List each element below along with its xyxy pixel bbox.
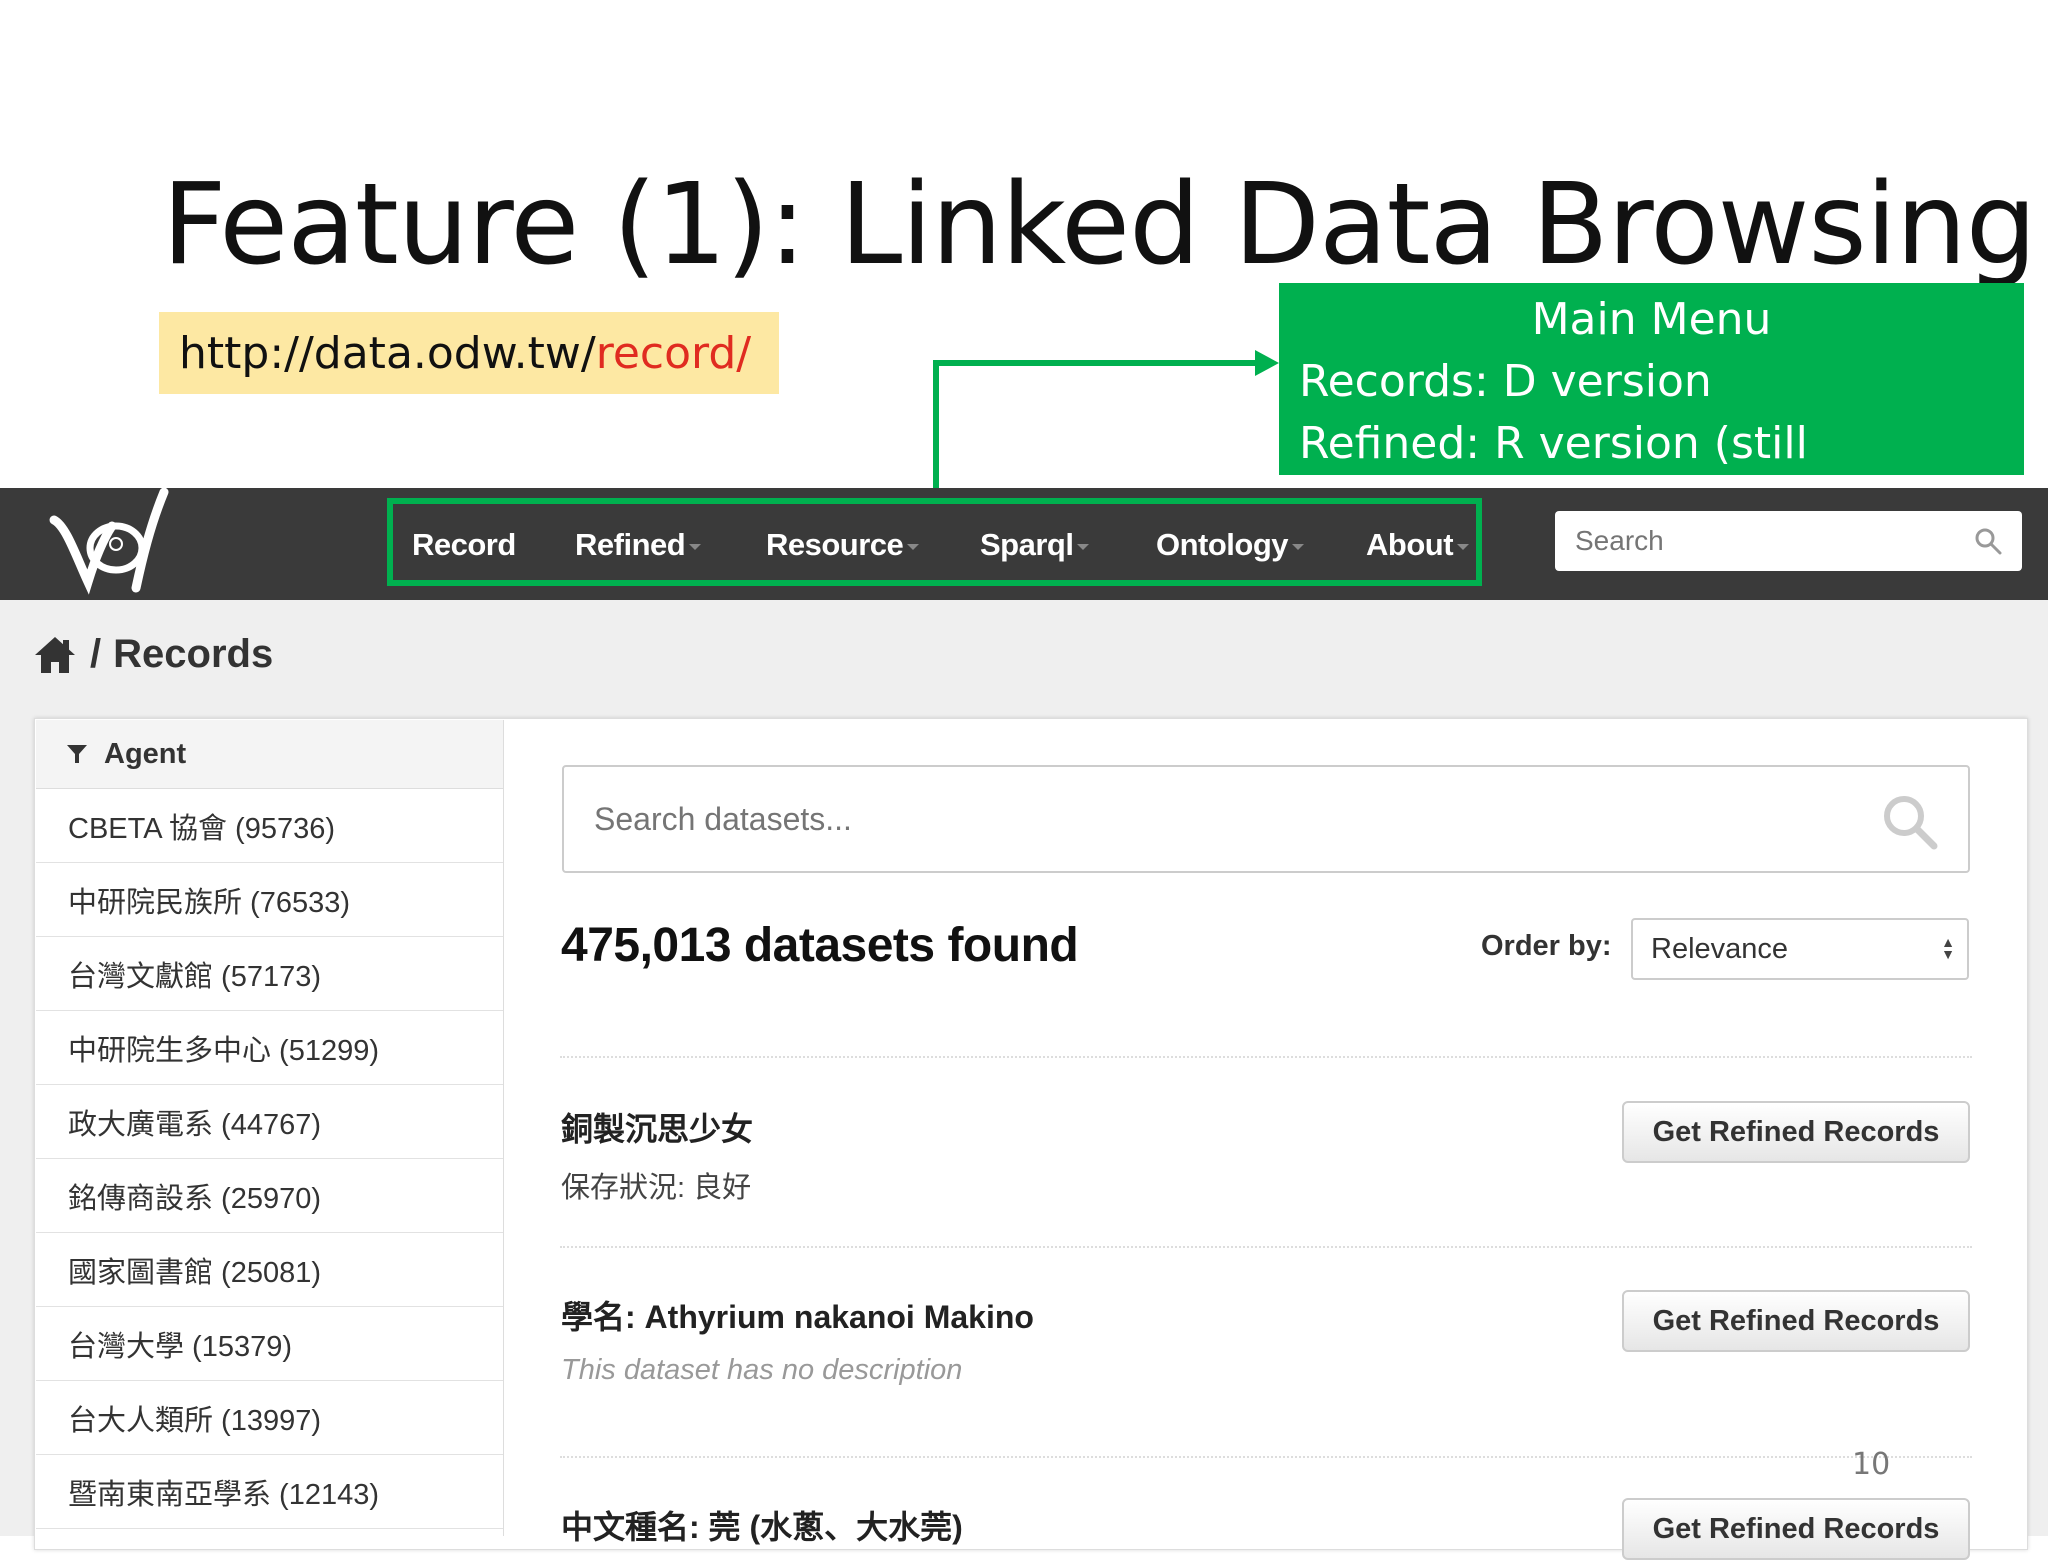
result-divider [560,1246,1972,1248]
filter-icon [67,745,87,763]
dataset-description: This dataset has no description [561,1354,963,1386]
nav-resource[interactable]: Resource [766,527,920,563]
get-refined-records-button[interactable]: Get Refined Records [1622,1101,1970,1163]
facet-heading-label: Agent [104,737,187,770]
facet-item[interactable]: 政大廣電系 (44767) [36,1085,503,1159]
facet-item[interactable]: 中研院生多中心 (51299) [36,1011,503,1085]
site-logo-icon[interactable] [46,486,176,598]
breadcrumb-separator: / [90,632,102,676]
nav-ontology[interactable]: Ontology [1156,527,1305,563]
nav-sparql-label: Sparql [980,527,1074,562]
nav-search-input[interactable] [1555,511,2022,571]
breadcrumb-current: Records [113,632,274,676]
facet-item[interactable]: 台灣文獻館 (57173) [36,937,503,1011]
select-arrows-icon: ▲ ▼ [1941,934,1955,962]
callout-connector-vertical [933,360,939,498]
get-refined-records-button[interactable]: Get Refined Records [1622,1290,1970,1352]
dataset-title[interactable]: 銅製沉思少女 [561,1104,753,1150]
callout-title: Main Menu [1531,294,1772,345]
main-menu-callout: Main Menu Records: D version Refined: R … [1279,283,2024,531]
dataset-search-input[interactable] [562,765,1970,873]
order-by-value: Relevance [1651,932,1789,965]
dataset-title[interactable]: 學名: Athyrium nakanoi Makino [561,1292,1034,1338]
chevron-down-icon [1077,543,1090,550]
facet-item[interactable]: 台大人類所 (13997) [36,1381,503,1455]
nav-sparql[interactable]: Sparql [980,527,1090,563]
home-icon[interactable] [32,634,78,676]
chevron-down-icon [1457,543,1470,550]
facet-item[interactable]: CBETA 協會 (95736) [36,789,503,863]
nav-about-label: About [1366,527,1454,562]
url-highlight: record/ [595,327,752,379]
order-by-select[interactable]: Relevance ▲ ▼ [1631,918,1969,980]
dataset-description: 保存狀況: 良好 [561,1172,752,1204]
nav-resource-label: Resource [766,527,904,562]
chevron-down-icon [1292,543,1305,550]
url-base: http://data.odw.tw/ [179,327,596,379]
nav-refined[interactable]: Refined [575,527,702,563]
slide-title: Feature (1): Linked Data Browsing [162,160,2037,290]
dataset-title[interactable]: 中文種名: 莞 (水蔥、大水莞) [561,1502,963,1548]
main-menu-highlight [387,498,1482,586]
callout-connector-horizontal [933,360,1263,366]
results-count: 475,013 datasets found [561,919,1079,972]
nav-about[interactable]: About [1366,527,1470,563]
facet-item[interactable]: 中研院民族所 (76533) [36,863,503,937]
facet-heading: Agent [36,720,503,789]
nav-ontology-label: Ontology [1156,527,1289,562]
nav-record[interactable]: Record [412,527,516,563]
callout-line-records: Records: D version [1299,356,1712,407]
search-icon[interactable] [1880,792,1940,852]
facet-item[interactable]: 國家圖書館 (25081) [36,1233,503,1307]
facet-item[interactable]: 暨南東南亞學系 (12143) [36,1455,503,1529]
get-refined-records-button[interactable]: Get Refined Records [1622,1498,1970,1560]
order-by-label: Order by: [1481,930,1612,962]
url-label: http://data.odw.tw/record/ [159,312,779,394]
result-divider [560,1056,1972,1058]
nav-refined-label: Refined [575,527,686,562]
breadcrumb: / Records [32,632,273,677]
nav-record-label: Record [412,527,516,562]
facet-item[interactable]: 銘傳商設系 (25970) [36,1159,503,1233]
chevron-down-icon [907,543,920,550]
facet-item[interactable]: 台灣大學 (15379) [36,1307,503,1381]
chevron-down-icon [689,543,702,550]
facet-sidebar: Agent CBETA 協會 (95736) 中研院民族所 (76533) 台灣… [36,720,504,1536]
callout-arrow-icon [1255,350,1279,376]
search-icon[interactable] [1974,527,2002,555]
result-divider [560,1456,1972,1458]
slide-page-number: 10 [1852,1447,1891,1482]
